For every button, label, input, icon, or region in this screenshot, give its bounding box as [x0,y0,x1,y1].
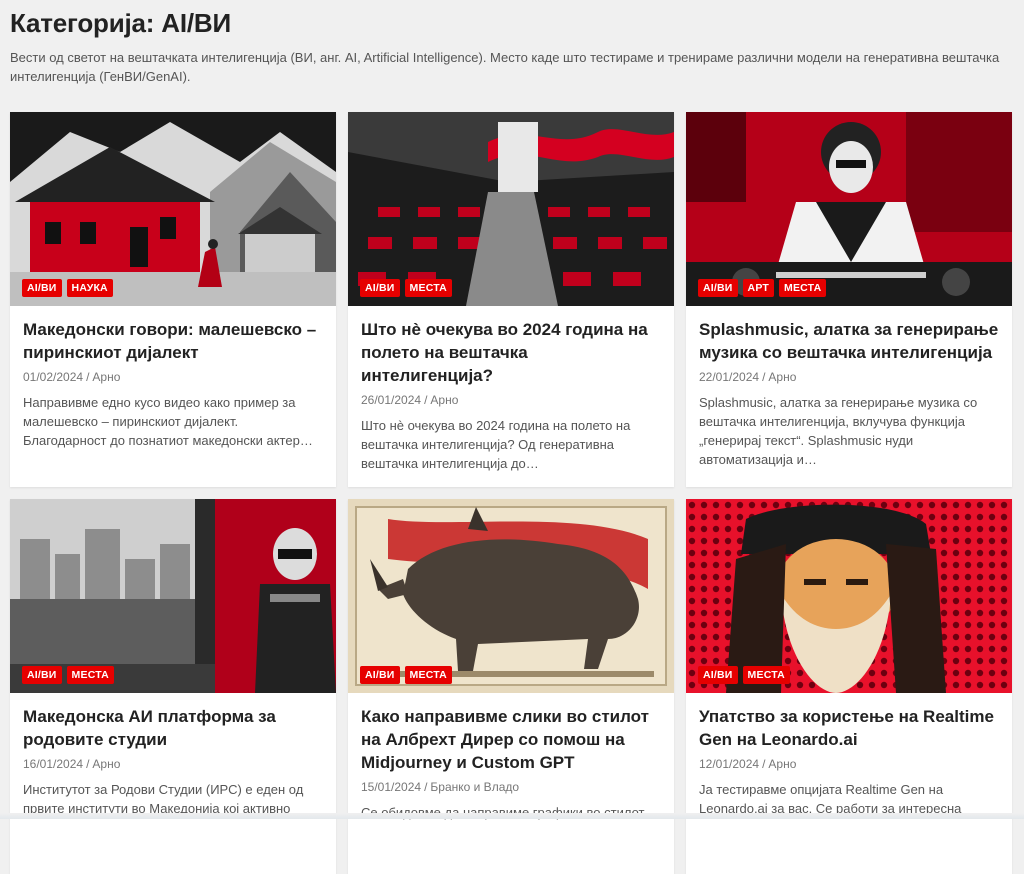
category-badges: AI/ВИ МЕСТА [698,666,790,684]
post-date: 16/01/2024 [23,757,84,771]
category-badges: AI/ВИ МЕСТА [360,666,452,684]
post-author[interactable]: Бранко и Владо [430,780,519,794]
category-badge[interactable]: AI/ВИ [698,666,738,684]
post-date: 26/01/2024 [361,393,422,407]
post-card: AI/ВИ МЕСТА Што нè очекува во 2024 годин… [348,112,674,487]
post-title[interactable]: Упатство за користење на Realtime Gen на… [699,705,999,751]
category-badge[interactable]: AI/ВИ [360,666,400,684]
category-badge[interactable]: AI/ВИ [698,279,738,297]
category-badges: AI/ВИ МЕСТА [360,279,452,297]
post-author[interactable]: Арно [768,757,796,771]
post-author[interactable]: Арно [430,393,458,407]
post-meta: 26/01/2024/Арно [361,393,459,407]
category-page: Категорија: AI/ВИ Вести од светот на веш… [0,0,1024,874]
post-excerpt: Splashmusic, алатка за генерирање музика… [699,395,978,467]
post-meta: 15/01/2024/Бранко и Владо [361,780,520,794]
post-title[interactable]: Што нè очекува во 2024 година на полето … [361,318,661,387]
bottom-fade [0,813,1024,819]
post-author[interactable]: Арно [92,757,120,771]
category-badge[interactable]: МЕСТА [404,279,452,297]
post-meta: 16/01/2024/Арно [23,757,121,771]
category-badge[interactable]: AI/ВИ [360,279,400,297]
post-excerpt: Што нè очекува во 2024 година на полето … [361,418,631,471]
category-badge[interactable]: AI/ВИ [22,666,62,684]
post-thumbnail[interactable]: AI/ВИ АРТ МЕСТА [686,112,1012,306]
category-badge[interactable]: НАУКА [66,279,113,297]
category-badge[interactable]: МЕСТА [779,279,827,297]
post-meta: 01/02/2024/Арно [23,370,121,384]
category-badges: AI/ВИ АРТ МЕСТА [698,279,827,297]
category-badge[interactable]: МЕСТА [66,666,114,684]
post-grid: AI/ВИ НАУКА Македонски говори: малешевск… [10,112,1012,874]
post-title[interactable]: Splashmusic, алатка за генерирање музика… [699,318,999,364]
category-badges: AI/ВИ МЕСТА [22,666,114,684]
post-thumbnail[interactable]: AI/ВИ МЕСТА [348,112,674,306]
post-thumbnail[interactable]: AI/ВИ МЕСТА [10,499,336,693]
category-badge[interactable]: МЕСТА [742,666,790,684]
post-thumbnail[interactable]: AI/ВИ МЕСТА [348,499,674,693]
post-date: 01/02/2024 [23,370,84,384]
post-date: 15/01/2024 [361,780,422,794]
post-excerpt: Направивме едно кусо видео како пример з… [23,395,313,448]
post-card: AI/ВИ АРТ МЕСТА Splashmusic, алатка за г… [686,112,1012,487]
category-badges: AI/ВИ НАУКА [22,279,113,297]
post-thumbnail[interactable]: AI/ВИ МЕСТА [686,499,1012,693]
category-badge[interactable]: AI/ВИ [22,279,62,297]
post-author[interactable]: Арно [92,370,120,384]
page-title: Категорија: AI/ВИ [10,8,231,38]
post-title[interactable]: Македонска АИ платформа за родовите студ… [23,705,323,751]
post-title[interactable]: Македонски говори: малешевско – пирински… [23,318,323,364]
post-meta: 12/01/2024/Арно [699,757,797,771]
post-thumbnail[interactable]: AI/ВИ НАУКА [10,112,336,306]
post-card: AI/ВИ НАУКА Македонски говори: малешевск… [10,112,336,487]
post-title[interactable]: Како направивме слики во стилот на Албре… [361,705,661,774]
post-meta: 22/01/2024/Арно [699,370,797,384]
post-date: 12/01/2024 [699,757,760,771]
category-badge[interactable]: МЕСТА [404,666,452,684]
category-description: Вести од светот на вештачката интелигенц… [10,50,1000,84]
category-badge[interactable]: АРТ [742,279,775,297]
post-date: 22/01/2024 [699,370,760,384]
post-author[interactable]: Арно [768,370,796,384]
